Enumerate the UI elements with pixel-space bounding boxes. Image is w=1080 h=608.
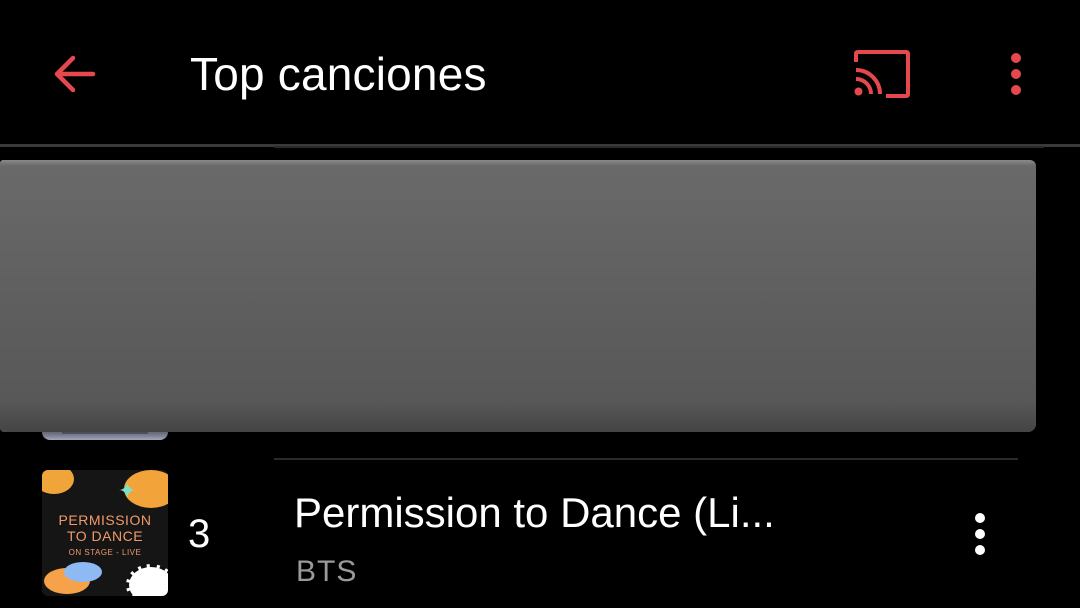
rank-number: 3 xyxy=(188,512,211,556)
screen: Top canciones ✦ PERMISSION TO DANCE ON S… xyxy=(0,0,1080,608)
cast-icon xyxy=(854,50,910,98)
app-bar: Top canciones xyxy=(0,0,1080,144)
song-artist: BTS xyxy=(296,555,358,588)
song-title: Permission to Dance (Li... xyxy=(294,489,775,536)
more-vert-icon xyxy=(1011,53,1021,95)
album-art-text: TO DANCE xyxy=(66,528,144,544)
album-art-subtext: ON STAGE - LIVE xyxy=(68,548,142,557)
row-divider xyxy=(274,146,1044,148)
song-options-button[interactable] xyxy=(960,510,1000,558)
album-art: ✦ PERMISSION TO DANCE ON STAGE - LIVE xyxy=(42,470,168,596)
back-button[interactable] xyxy=(46,46,102,102)
row-divider xyxy=(274,458,1018,460)
more-vert-icon xyxy=(975,513,985,555)
sparkle-icon: ✦ xyxy=(118,478,137,503)
cast-button[interactable] xyxy=(848,46,914,102)
redaction-overlay xyxy=(0,160,1036,432)
more-options-button[interactable] xyxy=(996,46,1036,102)
page-title: Top canciones xyxy=(190,48,487,100)
song-row[interactable]: ✦ PERMISSION TO DANCE ON STAGE - LIVE 3 … xyxy=(0,462,1080,608)
arrow-left-icon xyxy=(54,55,96,93)
album-art-text: PERMISSION xyxy=(58,512,152,528)
